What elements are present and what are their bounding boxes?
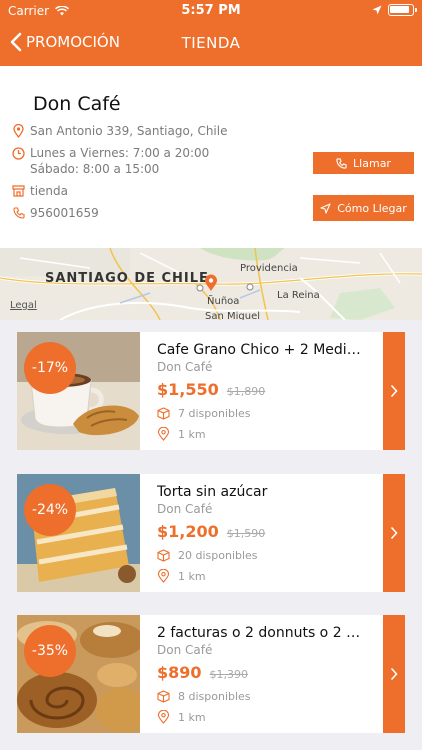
store-hours-row: Lunes a Viernes: 7:00 a 20:00 Sábado: 8:… <box>12 145 209 177</box>
box-icon <box>157 549 170 562</box>
store-name: Don Café <box>33 93 121 115</box>
map-legal-link[interactable]: Legal <box>10 300 37 311</box>
chevron-right-icon <box>390 384 398 398</box>
map-label-san-miguel: San Miguel <box>205 311 261 320</box>
discount-badge: -35% <box>24 625 76 677</box>
product-stock: 20 disponibles <box>178 549 258 562</box>
distance-row: 1 km <box>157 427 206 441</box>
distance-row: 1 km <box>157 710 206 724</box>
app-header: Carrier 5:57 PM PROMOCIÓN TIENDA <box>0 0 422 66</box>
stock-row: 20 disponibles <box>157 549 258 562</box>
store-address-row: San Antonio 339, Santiago, Chile <box>12 123 227 139</box>
location-pin-icon <box>157 569 170 583</box>
call-button-label: Llamar <box>353 156 391 170</box>
discount-badge: -17% <box>24 342 76 394</box>
product-stock: 8 disponibles <box>178 690 251 703</box>
map-label-la-reina: La Reina <box>277 290 320 301</box>
store-hours-saturday: Sábado: 8:00 a 15:00 <box>30 162 160 176</box>
stock-row: 7 disponibles <box>157 407 251 420</box>
discount-badge: -24% <box>24 484 76 536</box>
status-bar: Carrier 5:57 PM <box>0 0 422 22</box>
box-icon <box>157 690 170 703</box>
product-card[interactable]: -24% Torta sin azúcar Don Café $1,200 $1… <box>17 474 405 592</box>
nav-bar: PROMOCIÓN TIENDA <box>0 22 422 66</box>
phone-icon <box>336 157 347 169</box>
product-card[interactable]: -17% Cafe Grano Chico + 2 Medialunas Don… <box>17 332 405 450</box>
product-price: $890 <box>157 663 202 682</box>
battery-icon <box>388 4 417 16</box>
product-image-coffee-croissant: -17% <box>17 332 140 450</box>
product-old-price: $1,890 <box>226 385 266 398</box>
status-right <box>372 4 417 16</box>
navigation-arrow-icon <box>320 202 331 214</box>
product-distance: 1 km <box>178 710 206 724</box>
clock-icon <box>12 145 25 161</box>
store-hours-weekday: Lunes a Viernes: 7:00 a 20:00 <box>30 146 210 160</box>
product-distance: 1 km <box>178 427 206 441</box>
status-time: 5:57 PM <box>181 3 241 18</box>
location-pin-icon <box>157 710 170 724</box>
chevron-right-icon <box>390 667 398 681</box>
directions-button[interactable]: Cómo Llegar <box>313 195 414 221</box>
box-icon <box>157 407 170 420</box>
product-image-pastries: -35% <box>17 615 140 733</box>
chevron-right-icon <box>390 526 398 540</box>
store-hours: Lunes a Viernes: 7:00 a 20:00 Sábado: 8:… <box>30 145 209 177</box>
call-button[interactable]: Llamar <box>313 152 414 174</box>
card-arrow-button[interactable] <box>383 474 405 592</box>
location-pin-icon <box>12 123 25 139</box>
product-old-price: $1,390 <box>209 668 249 681</box>
product-title: Torta sin azúcar <box>157 484 268 500</box>
product-title: Cafe Grano Chico + 2 Medialunas <box>157 342 367 358</box>
product-card[interactable]: -35% 2 facturas o 2 donnuts o 2 medialun… <box>17 615 405 733</box>
product-title: 2 facturas o 2 donnuts o 2 medialunas <box>157 625 367 641</box>
price-row: $1,200 $1,590 <box>157 522 265 541</box>
product-list: -17% Cafe Grano Chico + 2 Medialunas Don… <box>0 320 422 750</box>
map-pin-icon <box>205 274 217 291</box>
product-old-price: $1,590 <box>226 527 266 540</box>
map-city-label: SANTIAGO DE CHILE <box>45 271 209 286</box>
product-image-cake: -24% <box>17 474 140 592</box>
page-title: TIENDA <box>181 34 241 52</box>
store-icon <box>12 183 25 199</box>
stock-row: 8 disponibles <box>157 690 251 703</box>
store-map[interactable]: SANTIAGO DE CHILE Providencia Ñuñoa La R… <box>0 248 422 320</box>
store-address: San Antonio 339, Santiago, Chile <box>30 124 228 138</box>
store-phone-row: 956001659 <box>12 205 99 221</box>
distance-row: 1 km <box>157 569 206 583</box>
store-info-panel: Don Café San Antonio 339, Santiago, Chil… <box>0 66 422 248</box>
map-label-providencia: Providencia <box>240 263 298 274</box>
location-arrow-icon <box>372 5 382 15</box>
product-distance: 1 km <box>178 569 206 583</box>
product-store: Don Café <box>157 502 213 516</box>
store-category-row: tienda <box>12 183 68 199</box>
price-row: $890 $1,390 <box>157 663 248 682</box>
directions-button-label: Cómo Llegar <box>337 201 407 215</box>
product-store: Don Café <box>157 360 213 374</box>
card-arrow-button[interactable] <box>383 332 405 450</box>
product-store: Don Café <box>157 643 213 657</box>
location-pin-icon <box>157 427 170 441</box>
price-row: $1,550 $1,890 <box>157 380 265 399</box>
map-label-nunoa: Ñuñoa <box>207 296 240 307</box>
phone-icon <box>12 205 25 221</box>
store-category: tienda <box>30 184 68 198</box>
store-phone: 956001659 <box>30 206 99 220</box>
product-price: $1,200 <box>157 522 219 541</box>
product-price: $1,550 <box>157 380 219 399</box>
card-arrow-button[interactable] <box>383 615 405 733</box>
product-stock: 7 disponibles <box>178 407 251 420</box>
